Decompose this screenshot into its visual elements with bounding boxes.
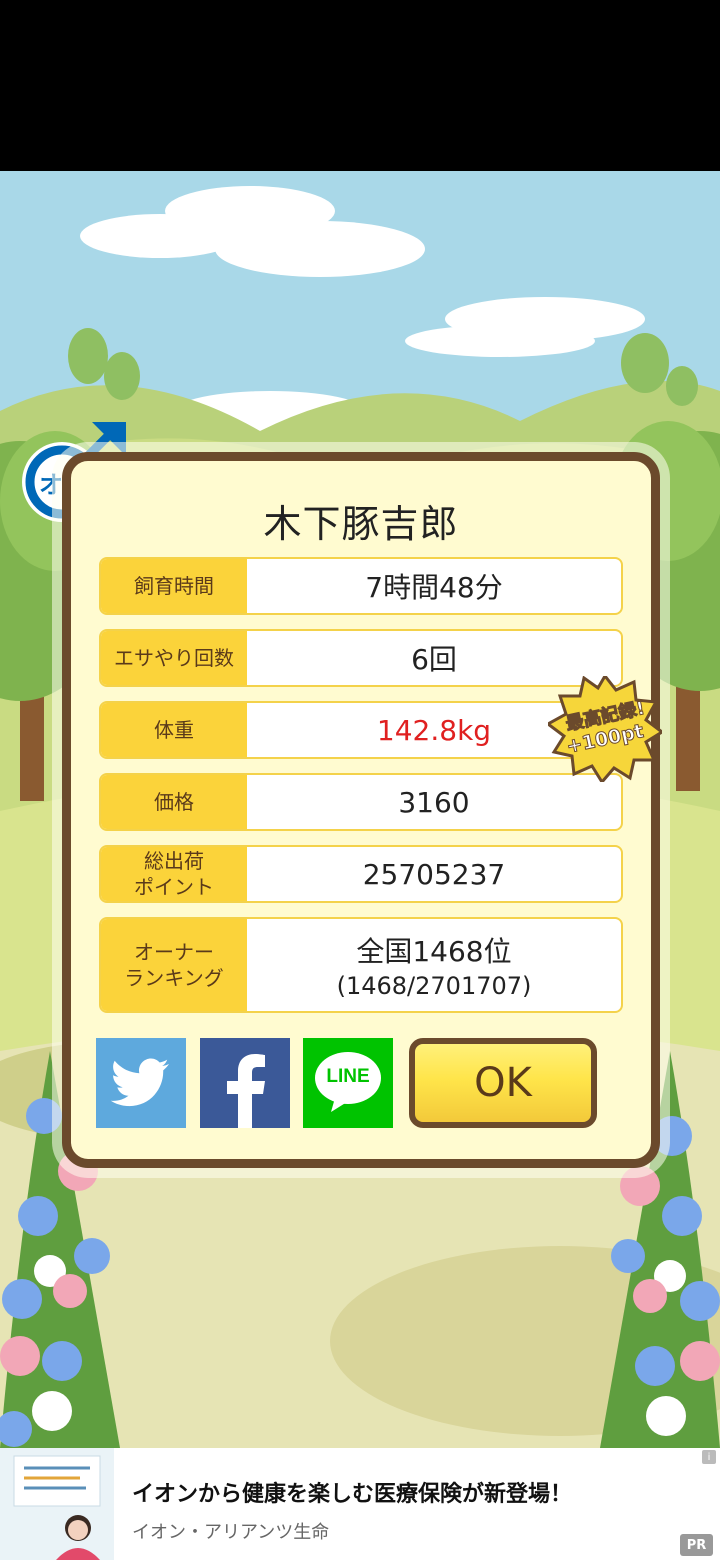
stat-value: 25705237 bbox=[362, 857, 506, 891]
stat-row-breeding-time: 飼育時間 7時間48分 bbox=[99, 557, 623, 615]
line-logo-text: LINE bbox=[326, 1066, 370, 1087]
record-badge: 最高記録! +100pt bbox=[545, 673, 665, 785]
ranking-position: 全国1468位 bbox=[356, 935, 512, 968]
stat-label: オーナー ランキング bbox=[101, 919, 247, 1011]
stat-row-feed-count: エサやり回数 6回 bbox=[99, 629, 623, 687]
stat-label: 総出荷 ポイント bbox=[101, 847, 247, 901]
stat-row-total-points: 総出荷 ポイント 25705237 bbox=[99, 845, 623, 903]
facebook-f-icon bbox=[227, 1054, 265, 1128]
ad-title: イオンから健康を楽しむ医療保険が新登場！ bbox=[132, 1482, 573, 1507]
status-bar bbox=[0, 0, 720, 171]
stat-label-line: ポイント bbox=[134, 875, 214, 899]
stat-label: 飼育時間 bbox=[101, 559, 247, 613]
facebook-share-button[interactable] bbox=[200, 1038, 290, 1128]
ad-sponsor: イオン・アリアンツ生命 bbox=[132, 1522, 330, 1543]
stat-value: 3160 bbox=[398, 785, 470, 819]
ranking-detail: (1468/2701707) bbox=[336, 972, 532, 1000]
ok-button[interactable]: OK bbox=[409, 1038, 597, 1128]
stat-label: 価格 bbox=[101, 775, 247, 829]
stat-label-line: ランキング bbox=[124, 966, 224, 990]
stat-label: 体重 bbox=[101, 703, 247, 757]
stat-value: 7時間48分 bbox=[365, 571, 503, 604]
ad-banner[interactable]: イオンから健康を楽しむ医療保険が新登場！ イオン・アリアンツ生命 bbox=[0, 1448, 720, 1560]
ad-info-icon[interactable]: i bbox=[702, 1450, 716, 1464]
line-share-button[interactable]: LINE bbox=[303, 1038, 393, 1128]
ad-thumbnail-image bbox=[0, 1448, 114, 1560]
stat-row-owner-ranking: オーナー ランキング 全国1468位 (1468/2701707) bbox=[99, 917, 623, 1013]
stat-row-price: 価格 3160 bbox=[99, 773, 623, 831]
twitter-bird-icon bbox=[111, 1058, 169, 1107]
stat-row-weight: 体重 142.8kg bbox=[99, 701, 623, 759]
ad-pr-badge: PR bbox=[680, 1534, 713, 1556]
stat-label-line: 総出荷 bbox=[144, 849, 204, 873]
twitter-share-button[interactable] bbox=[96, 1038, 186, 1128]
stat-label-line: オーナー bbox=[134, 940, 214, 964]
stat-value: 全国1468位 (1468/2701707) bbox=[247, 919, 621, 1011]
stat-label: エサやり回数 bbox=[101, 631, 247, 685]
pig-name: 木下豚吉郎 bbox=[263, 502, 459, 546]
